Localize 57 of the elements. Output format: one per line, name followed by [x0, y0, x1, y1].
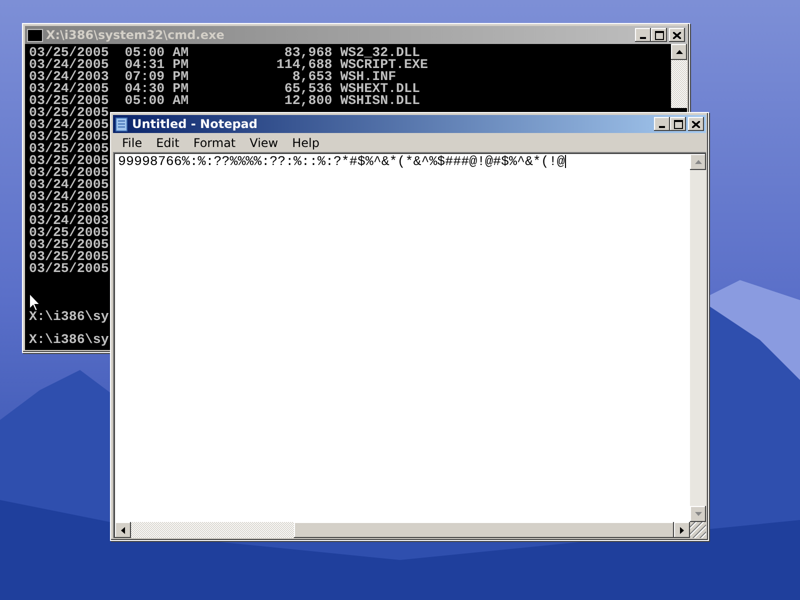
- maximize-button[interactable]: [670, 117, 686, 131]
- console-line: 03/25/2005: [29, 143, 109, 155]
- vertical-scrollbar[interactable]: [671, 44, 687, 108]
- menu-item[interactable]: View: [242, 136, 286, 150]
- window-title: Untitled - Notepad: [132, 117, 258, 131]
- notepad-icon: [115, 116, 129, 132]
- console-line: 03/25/2005: [29, 107, 109, 119]
- console-icon: [27, 28, 43, 42]
- close-icon: [692, 120, 700, 128]
- command-prompt: X:\i386\sy: [29, 334, 109, 346]
- scroll-up-button[interactable]: [671, 44, 687, 60]
- text-cursor: [564, 155, 566, 168]
- resize-grip-icon[interactable]: [690, 522, 706, 538]
- console-line: 03/25/2005: [29, 239, 109, 251]
- console-line: 03/25/2005: [29, 203, 109, 215]
- console-line: 03/25/2005: [29, 251, 109, 263]
- minimize-button[interactable]: [654, 117, 670, 131]
- maximize-button[interactable]: [651, 28, 667, 42]
- right-arrow-icon: [680, 526, 684, 534]
- command-prompt: X:\i386\sy: [29, 311, 109, 323]
- console-line: 03/24/2003: [29, 215, 109, 227]
- scroll-down-button[interactable]: [690, 506, 706, 522]
- console-line: 03/25/2005: [29, 227, 109, 239]
- menu-item[interactable]: Format: [186, 136, 243, 150]
- menu-item[interactable]: File: [115, 136, 150, 150]
- console-line: 03/25/2005: [29, 263, 109, 275]
- console-line: 03/25/2005: [29, 167, 109, 179]
- scroll-left-button[interactable]: [115, 522, 131, 538]
- scrollbar-thumb[interactable]: [294, 522, 674, 538]
- up-arrow-icon: [694, 160, 702, 164]
- minimize-button[interactable]: [635, 28, 651, 42]
- mouse-pointer-icon: [29, 293, 41, 312]
- vertical-scrollbar[interactable]: [690, 154, 706, 522]
- console-line: 03/24/2005: [29, 179, 109, 191]
- scroll-up-button[interactable]: [690, 154, 706, 170]
- console-line: 03/24/2005: [29, 191, 109, 203]
- close-button[interactable]: [669, 28, 685, 42]
- up-arrow-icon: [676, 50, 682, 54]
- down-arrow-icon: [694, 512, 702, 516]
- console-line: 03/24/2005: [29, 119, 109, 131]
- console-line: 03/24/2005 04:30 PM 65,536 WSHEXT.DLL: [29, 83, 420, 95]
- console-line: 03/25/2005 05:00 AM 83,968 WS2_32.DLL: [29, 47, 420, 59]
- console-line: 03/24/2005 04:31 PM 114,688 WSCRIPT.EXE: [29, 59, 428, 71]
- console-line: 03/25/2005 05:00 AM 12,800 WSHISN.DLL: [29, 95, 420, 107]
- console-line: 03/24/2003 07:09 PM 8,653 WSH.INF: [29, 71, 396, 83]
- text-editor-area[interactable]: 99998766%:%:??%%%%:??:%::%:?*#$%^&*(*&^%$###@!@#$%^&*(!@: [113, 152, 706, 538]
- close-icon: [673, 32, 681, 38]
- document-text: 99998766%:%:??%%%%:??:%::%:?*#$%^&*(*&^%$###@!@#$%^&*(!@: [118, 155, 565, 169]
- console-line: 03/25/2005: [29, 131, 109, 143]
- window-title: X:\i386\system32\cmd.exe: [46, 28, 226, 42]
- menu-item[interactable]: Edit: [149, 136, 186, 150]
- console-line: 03/25/2005: [29, 155, 109, 167]
- left-arrow-icon: [121, 526, 125, 534]
- scroll-right-button[interactable]: [674, 522, 690, 538]
- horizontal-scrollbar[interactable]: [115, 522, 706, 538]
- menu-item[interactable]: Help: [285, 136, 326, 150]
- close-button[interactable]: [688, 117, 704, 131]
